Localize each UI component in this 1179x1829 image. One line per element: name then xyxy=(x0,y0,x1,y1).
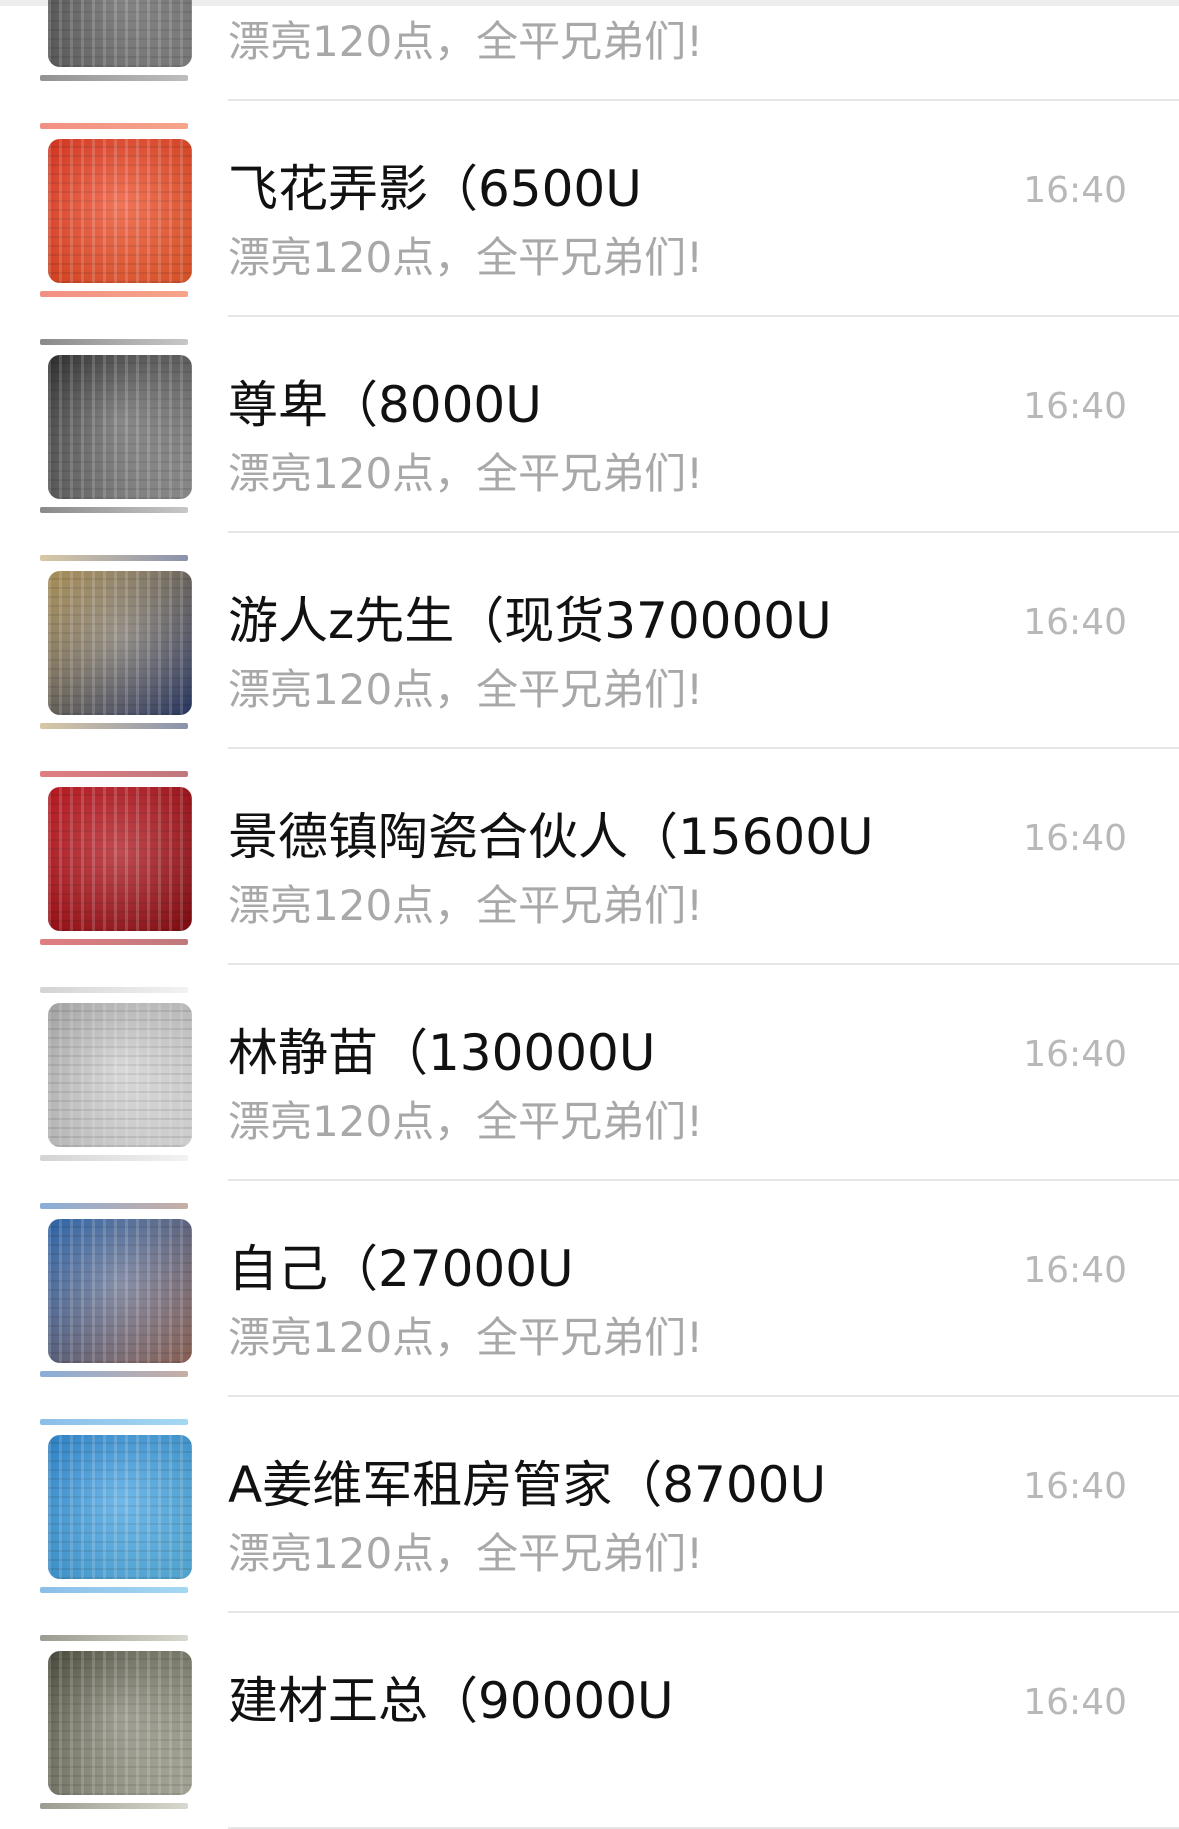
chat-preview: 漂亮120点，全平兄弟们! xyxy=(228,233,704,282)
avatar[interactable] xyxy=(48,139,192,283)
chat-preview: 漂亮120点，全平兄弟们! xyxy=(228,1313,704,1362)
avatar[interactable] xyxy=(48,0,192,67)
chat-row[interactable]: 自己（27000U 16:40 漂亮120点，全平兄弟们! xyxy=(0,1181,1179,1397)
chat-row[interactable]: 飞花弄影（6500U 16:40 漂亮120点，全平兄弟们! xyxy=(0,101,1179,317)
avatar[interactable] xyxy=(48,1435,192,1579)
chat-preview: 漂亮120点，全平兄弟们! xyxy=(228,1529,704,1578)
chat-preview: 漂亮120点，全平兄弟们! xyxy=(228,665,704,714)
avatar-blur-top xyxy=(40,1419,188,1425)
avatar-blur-bottom xyxy=(40,507,188,513)
avatar-blur-bottom xyxy=(40,75,188,81)
avatar-blur-top xyxy=(40,1635,188,1641)
chat-preview: 漂亮120点，全平兄弟们! xyxy=(228,1097,704,1146)
avatar-blur-bottom xyxy=(40,1155,188,1161)
avatar-blur-top xyxy=(40,1203,188,1209)
avatar-blur-top xyxy=(40,123,188,129)
avatar-blur-top xyxy=(40,771,188,777)
chat-time: 16:40 xyxy=(1023,818,1127,859)
chat-preview: 漂亮120点，全平兄弟们! xyxy=(228,17,704,66)
chat-row[interactable]: 景德镇陶瓷合伙人（15600U 16:40 漂亮120点，全平兄弟们! xyxy=(0,749,1179,965)
chat-row[interactable]: A姜维军租房管家（8700U 16:40 漂亮120点，全平兄弟们! xyxy=(0,1397,1179,1613)
chat-name: 林静苗（130000U xyxy=(228,1024,656,1082)
chat-time: 16:40 xyxy=(1023,1466,1127,1507)
chat-name: 尊卑（8000U xyxy=(228,376,542,434)
chat-list: 漂亮120点，全平兄弟们! 飞花弄影（6500U 16:40 漂亮120点，全平… xyxy=(0,0,1179,1829)
chat-name: 游人z先生（现货370000U xyxy=(228,592,832,650)
chat-time: 16:40 xyxy=(1023,170,1127,211)
avatar-blur-bottom xyxy=(40,1803,188,1809)
avatar-blur-top xyxy=(40,987,188,993)
avatar-blur-top xyxy=(40,339,188,345)
avatar[interactable] xyxy=(48,355,192,499)
avatar-blur-bottom xyxy=(40,1587,188,1593)
chat-time: 16:40 xyxy=(1023,1250,1127,1291)
chat-preview: 漂亮120点，全平兄弟们! xyxy=(228,449,704,498)
chat-preview: 漂亮120点，全平兄弟们! xyxy=(228,881,704,930)
avatar-blur-bottom xyxy=(40,939,188,945)
chat-row[interactable]: 漂亮120点，全平兄弟们! xyxy=(0,0,1179,101)
avatar[interactable] xyxy=(48,1003,192,1147)
avatar[interactable] xyxy=(48,1651,192,1795)
chat-name: 建材王总（90000U xyxy=(228,1672,674,1730)
chat-name: 景德镇陶瓷合伙人（15600U xyxy=(228,808,874,866)
avatar-blur-bottom xyxy=(40,723,188,729)
chat-row[interactable]: 林静苗（130000U 16:40 漂亮120点，全平兄弟们! xyxy=(0,965,1179,1181)
avatar-blur-bottom xyxy=(40,1371,188,1377)
chat-name: 自己（27000U xyxy=(228,1240,574,1298)
avatar-blur-top xyxy=(40,555,188,561)
chat-time: 16:40 xyxy=(1023,1034,1127,1075)
avatar-blur-bottom xyxy=(40,291,188,297)
chat-time: 16:40 xyxy=(1023,386,1127,427)
chat-time: 16:40 xyxy=(1023,1682,1127,1723)
avatar[interactable] xyxy=(48,787,192,931)
chat-row[interactable]: 游人z先生（现货370000U 16:40 漂亮120点，全平兄弟们! xyxy=(0,533,1179,749)
chat-name: A姜维军租房管家（8700U xyxy=(228,1456,827,1514)
avatar[interactable] xyxy=(48,571,192,715)
avatar[interactable] xyxy=(48,1219,192,1363)
chat-row[interactable]: 建材王总（90000U 16:40 xyxy=(0,1613,1179,1829)
chat-name: 飞花弄影（6500U xyxy=(228,160,642,218)
chat-row[interactable]: 尊卑（8000U 16:40 漂亮120点，全平兄弟们! xyxy=(0,317,1179,533)
chat-time: 16:40 xyxy=(1023,602,1127,643)
